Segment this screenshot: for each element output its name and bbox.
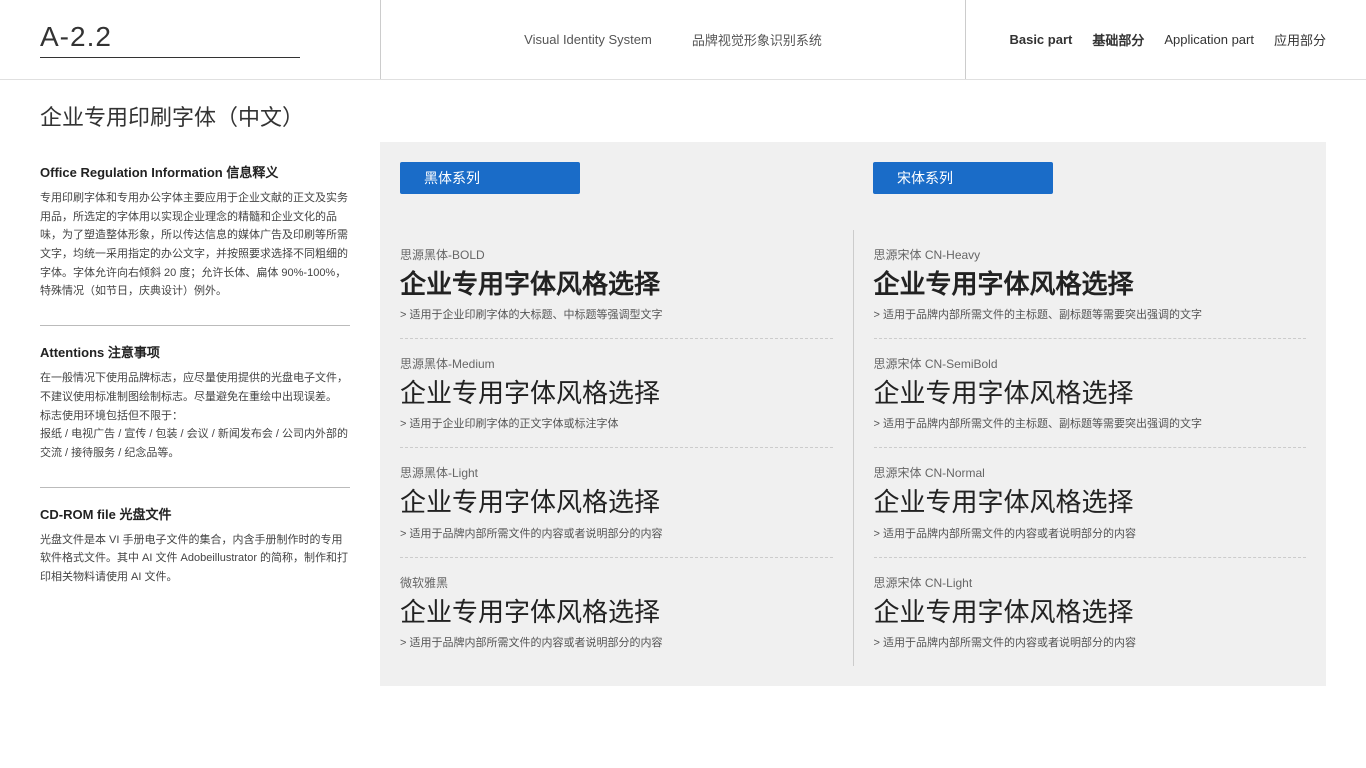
header-right: Basic part 基础部分 Application part 应用部分 bbox=[966, 30, 1326, 49]
font-label-r2: 思源宋体 CN-Normal bbox=[874, 464, 1307, 481]
font-desc-2: > 适用于品牌内部所需文件的内容或者说明部分的内容 bbox=[400, 525, 833, 541]
font-rows: 思源黑体-BOLD 企业专用字体风格选择 > 适用于企业印刷字体的大标题、中标题… bbox=[400, 230, 1306, 666]
vi-system-en: Visual Identity System bbox=[524, 32, 652, 47]
right-category-header: 宋体系列 bbox=[853, 162, 1306, 214]
sidebar-cdrom-section: CD-ROM file 光盘文件 光盘文件是本 VI 手册电子文件的集合，内含手… bbox=[40, 504, 350, 587]
songti-column: 思源宋体 CN-Heavy 企业专用字体风格选择 > 适用于品牌内部所需文件的主… bbox=[854, 230, 1307, 666]
font-display-0: 企业专用字体风格选择 bbox=[400, 269, 833, 300]
sidebar-attention-section: Attentions 注意事项 在一般情况下使用品牌标志，应尽量使用提供的光盘电… bbox=[40, 342, 350, 462]
basic-part-cn: 基础部分 bbox=[1092, 30, 1144, 49]
font-entry-song-normal: 思源宋体 CN-Normal 企业专用字体风格选择 > 适用于品牌内部所需文件的… bbox=[874, 448, 1307, 557]
office-section-body: 专用印刷字体和专用办公字体主要应用于企业文献的正文及实务用品，所选定的字体用以实… bbox=[40, 189, 350, 301]
cdrom-section-body: 光盘文件是本 VI 手册电子文件的集合，内含手册制作时的专用软件格式文件。其中 … bbox=[40, 531, 350, 587]
font-desc-r3: > 适用于品牌内部所需文件的内容或者说明部分的内容 bbox=[874, 634, 1307, 650]
left-category-header: 黑体系列 bbox=[400, 162, 853, 214]
categories-row: 黑体系列 宋体系列 bbox=[400, 162, 1306, 214]
header: A-2.2 Visual Identity System 品牌视觉形象识别系统 … bbox=[0, 0, 1366, 80]
page-number: A-2.2 bbox=[40, 21, 380, 53]
font-entry-light: 思源黑体-Light 企业专用字体风格选择 > 适用于品牌内部所需文件的内容或者… bbox=[400, 448, 833, 557]
left-sidebar: Office Regulation Information 信息释义 专用印刷字… bbox=[40, 142, 380, 686]
font-label-0: 思源黑体-BOLD bbox=[400, 246, 833, 263]
font-entry-weihei: 微软雅黑 企业专用字体风格选择 > 适用于品牌内部所需文件的内容或者说明部分的内… bbox=[400, 558, 833, 666]
right-category-badge: 宋体系列 bbox=[873, 162, 1053, 194]
heiti-column: 思源黑体-BOLD 企业专用字体风格选择 > 适用于企业印刷字体的大标题、中标题… bbox=[400, 230, 854, 666]
font-label-r1: 思源宋体 CN-SemiBold bbox=[874, 355, 1307, 372]
font-entry-medium: 思源黑体-Medium 企业专用字体风格选择 > 适用于企业印刷字体的正文字体或… bbox=[400, 339, 833, 448]
sidebar-divider-1 bbox=[40, 325, 350, 326]
page-title: 企业专用印刷字体（中文） bbox=[40, 100, 1326, 132]
font-label-3: 微软雅黑 bbox=[400, 574, 833, 591]
font-label-r0: 思源宋体 CN-Heavy bbox=[874, 246, 1307, 263]
header-center: Visual Identity System 品牌视觉形象识别系统 bbox=[380, 0, 966, 79]
font-entry-song-semibold: 思源宋体 CN-SemiBold 企业专用字体风格选择 > 适用于品牌内部所需文… bbox=[874, 339, 1307, 448]
font-desc-3: > 适用于品牌内部所需文件的内容或者说明部分的内容 bbox=[400, 634, 833, 650]
cdrom-section-title: CD-ROM file 光盘文件 bbox=[40, 504, 350, 523]
main-content: Office Regulation Information 信息释义 专用印刷字… bbox=[0, 142, 1366, 706]
font-label-r3: 思源宋体 CN-Light bbox=[874, 574, 1307, 591]
font-entry-bold: 思源黑体-BOLD 企业专用字体风格选择 > 适用于企业印刷字体的大标题、中标题… bbox=[400, 230, 833, 339]
font-display-2: 企业专用字体风格选择 bbox=[400, 487, 833, 518]
font-desc-0: > 适用于企业印刷字体的大标题、中标题等强调型文字 bbox=[400, 306, 833, 322]
header-left: A-2.2 bbox=[40, 21, 380, 58]
basic-part-en: Basic part bbox=[1009, 32, 1072, 47]
font-display-area: 黑体系列 宋体系列 思源黑体-BOLD 企业专用字体风格选择 > 适用于企业印刷… bbox=[380, 142, 1326, 686]
office-section-title: Office Regulation Information 信息释义 bbox=[40, 162, 350, 181]
font-display-3: 企业专用字体风格选择 bbox=[400, 597, 833, 628]
app-part-cn: 应用部分 bbox=[1274, 30, 1326, 49]
font-display-1: 企业专用字体风格选择 bbox=[400, 378, 833, 409]
font-desc-r1: > 适用于品牌内部所需文件的主标题、副标题等需要突出强调的文字 bbox=[874, 415, 1307, 431]
font-desc-r2: > 适用于品牌内部所需文件的内容或者说明部分的内容 bbox=[874, 525, 1307, 541]
left-category-badge: 黑体系列 bbox=[400, 162, 580, 194]
header-divider bbox=[40, 57, 300, 58]
font-display-r3: 企业专用字体风格选择 bbox=[874, 597, 1307, 628]
font-entry-song-heavy: 思源宋体 CN-Heavy 企业专用字体风格选择 > 适用于品牌内部所需文件的主… bbox=[874, 230, 1307, 339]
sidebar-office-section: Office Regulation Information 信息释义 专用印刷字… bbox=[40, 162, 350, 301]
font-display-r2: 企业专用字体风格选择 bbox=[874, 487, 1307, 518]
font-desc-r0: > 适用于品牌内部所需文件的主标题、副标题等需要突出强调的文字 bbox=[874, 306, 1307, 322]
font-label-2: 思源黑体-Light bbox=[400, 464, 833, 481]
attention-section-title: Attentions 注意事项 bbox=[40, 342, 350, 361]
vi-system-cn: 品牌视觉形象识别系统 bbox=[692, 30, 822, 49]
page-title-section: 企业专用印刷字体（中文） bbox=[0, 80, 1366, 142]
font-display-r1: 企业专用字体风格选择 bbox=[874, 378, 1307, 409]
app-part-en: Application part bbox=[1164, 32, 1254, 47]
font-label-1: 思源黑体-Medium bbox=[400, 355, 833, 372]
font-desc-1: > 适用于企业印刷字体的正文字体或标注字体 bbox=[400, 415, 833, 431]
font-entry-song-light: 思源宋体 CN-Light 企业专用字体风格选择 > 适用于品牌内部所需文件的内… bbox=[874, 558, 1307, 666]
attention-section-body: 在一般情况下使用品牌标志，应尽量使用提供的光盘电子文件，不建议使用标准制图绘制标… bbox=[40, 369, 350, 462]
sidebar-divider-2 bbox=[40, 487, 350, 488]
font-display-r0: 企业专用字体风格选择 bbox=[874, 269, 1307, 300]
